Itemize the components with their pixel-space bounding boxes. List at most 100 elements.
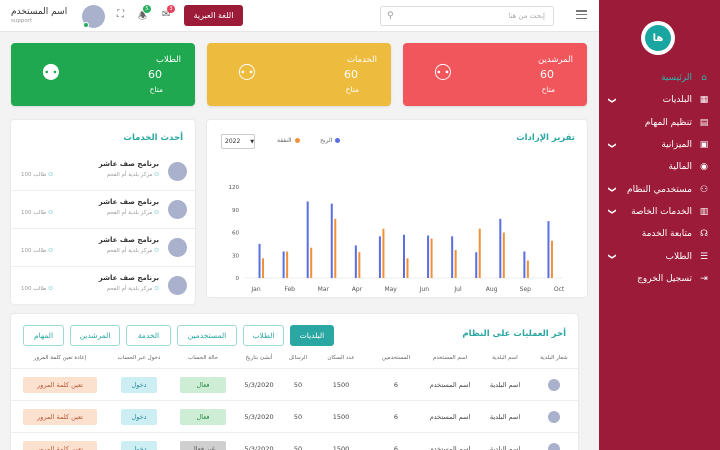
language-button[interactable]: اللغة العبرية bbox=[184, 5, 243, 26]
status-badge[interactable]: غير فعال bbox=[180, 441, 226, 450]
expense-bar[interactable] bbox=[502, 232, 505, 279]
menu-toggle-icon[interactable] bbox=[576, 10, 587, 19]
expense-bar[interactable] bbox=[550, 240, 553, 278]
avatar bbox=[168, 238, 187, 257]
profit-bar[interactable] bbox=[354, 245, 357, 278]
stat-card[interactable]: الطلاب 60 متاح ⚉ bbox=[11, 43, 195, 106]
login-button[interactable]: دخول bbox=[121, 441, 157, 450]
sidebar-item-students[interactable]: ❯ الطلاب ☰ bbox=[599, 245, 720, 267]
status-badge[interactable]: فعال bbox=[180, 377, 226, 393]
profit-bar[interactable] bbox=[547, 221, 550, 278]
stat-card-value: 60 bbox=[344, 68, 358, 81]
latest-services-panel: أحدث الخدمات برنامج صف عاشر مركز بلدية أم… bbox=[11, 120, 195, 305]
stat-card-subtitle: متاح bbox=[149, 85, 163, 94]
stat-card-value: 60 bbox=[148, 68, 162, 81]
expense-bar[interactable] bbox=[310, 247, 313, 278]
users-icon: ⚇ bbox=[154, 286, 159, 292]
profit-bar[interactable] bbox=[258, 243, 261, 278]
table-row: اسم البلدية اسم المستخدم 6 1500 50 5/3/2020 فع… bbox=[11, 400, 578, 431]
sidebar-item-finance[interactable]: المالية ◉ bbox=[599, 156, 720, 178]
cell-date: 5/3/2020 bbox=[244, 413, 274, 421]
expense-bar[interactable] bbox=[286, 251, 289, 278]
profit-bar[interactable] bbox=[378, 236, 381, 278]
y-tick-label: 0 bbox=[236, 276, 240, 282]
profit-bar[interactable] bbox=[306, 201, 309, 278]
profit-bar[interactable] bbox=[403, 234, 405, 278]
sidebar-item-building[interactable]: ❯ البلديات ▦ bbox=[599, 89, 720, 111]
profit-bar[interactable] bbox=[523, 251, 526, 278]
user-name[interactable]: اسم المستخدم bbox=[11, 7, 67, 17]
tab-2[interactable]: المستخدمين bbox=[177, 325, 237, 346]
expense-bar[interactable] bbox=[262, 258, 265, 278]
fullscreen-icon[interactable]: ⛶ bbox=[117, 9, 124, 20]
profit-bar[interactable] bbox=[427, 235, 430, 278]
service-count-label: 100 طالب bbox=[21, 248, 47, 254]
mail-icon[interactable]: ✉ 3 bbox=[162, 5, 175, 20]
reset-password-button[interactable]: تعين كلمة المرور bbox=[23, 441, 97, 450]
expense-bar[interactable] bbox=[454, 249, 457, 278]
revenue-chart: 0 30 60 90 120 Jan Feb Mar Apr May Jun Jul Aug Sep Oct bbox=[229, 185, 565, 293]
users-icon: ⚇ bbox=[48, 210, 54, 216]
avatar[interactable] bbox=[82, 5, 105, 28]
stat-card[interactable]: الخدمات 60 متاح ⚇ bbox=[207, 43, 391, 106]
tab-0[interactable]: البلديات bbox=[290, 325, 334, 346]
expense-bar[interactable] bbox=[430, 238, 433, 278]
sidebar-item-services[interactable]: ❯ الخدمات الخاصة ▥ bbox=[599, 201, 720, 223]
list-item[interactable]: برنامج صف عاشر مركز بلدية أم الفحم ⚇ 100 ط… bbox=[11, 228, 195, 267]
profit-bar[interactable] bbox=[475, 252, 478, 278]
expense-bar[interactable] bbox=[478, 228, 481, 278]
expense-bar[interactable] bbox=[526, 260, 529, 278]
list-item[interactable]: برنامج صف عاشر مركز بلدية أم الفحم ⚇ 100 ط… bbox=[11, 190, 195, 229]
expense-bar[interactable] bbox=[358, 252, 361, 278]
bell-icon[interactable]: 🕭 5 bbox=[138, 5, 151, 26]
expense-bar[interactable] bbox=[334, 218, 337, 278]
chevron-down-icon: ❯ bbox=[607, 97, 617, 104]
users-icon: ⚇ bbox=[154, 172, 159, 178]
students-group-icon: ⚉ bbox=[41, 61, 61, 86]
tab-5[interactable]: المهام bbox=[23, 325, 64, 346]
online-status-icon bbox=[83, 22, 89, 28]
x-tick-label: Jun bbox=[419, 286, 430, 293]
tab-3[interactable]: الخدمة bbox=[126, 325, 171, 346]
revenue-panel: تقرير الإرادات 2022 ▼ الربح النفقة 0 30 60… bbox=[207, 120, 587, 297]
login-button[interactable]: دخول bbox=[121, 409, 157, 425]
profit-bar[interactable] bbox=[282, 251, 285, 278]
sidebar: ها الرئيسية ⌂ ❯ البلديات ▦ تنظيم المهام ▤ ❯ المي… bbox=[599, 0, 720, 450]
sidebar-item-label: تنظيم المهام bbox=[644, 117, 692, 128]
service-center-label: مركز بلدية أم الفحم bbox=[106, 286, 153, 292]
list-item[interactable]: برنامج صف عاشر مركز بلدية أم الفحم ⚇ 100 ط… bbox=[11, 266, 195, 305]
sidebar-item-users[interactable]: ❯ مستخدمي النظام ⚇ bbox=[599, 178, 720, 200]
expense-bar[interactable] bbox=[406, 258, 409, 278]
x-tick-label: Aug bbox=[486, 286, 498, 293]
column-header: إعادة تعين كلمة المرور bbox=[33, 355, 87, 361]
users-icon: ⚇ bbox=[154, 210, 159, 216]
sidebar-item-budget[interactable]: ❯ الميزانية ▣ bbox=[599, 134, 720, 156]
sidebar-item-label: تسجيل الخروج bbox=[637, 273, 692, 284]
profit-bar[interactable] bbox=[499, 218, 502, 278]
reset-password-button[interactable]: تعين كلمة المرور bbox=[23, 409, 97, 425]
stat-card[interactable]: المرشدين 60 متاح ⚇ bbox=[403, 43, 587, 106]
search-input[interactable]: إبحث من هنا ⚲ bbox=[380, 6, 554, 26]
reset-password-button[interactable]: تعين كلمة المرور bbox=[23, 377, 97, 393]
status-badge[interactable]: فعال bbox=[180, 409, 226, 425]
service-center: مركز بلدية أم الفحم ⚇ bbox=[107, 210, 159, 216]
profit-bar[interactable] bbox=[330, 203, 333, 278]
tab-4[interactable]: المرشدين bbox=[70, 325, 120, 346]
tab-1[interactable]: الطلاب bbox=[243, 325, 284, 346]
sidebar-item-home[interactable]: الرئيسية ⌂ bbox=[599, 67, 720, 89]
logo-mark: ها bbox=[645, 25, 671, 51]
logo[interactable]: ها bbox=[641, 21, 675, 55]
expense-bar[interactable] bbox=[382, 228, 385, 278]
list-item[interactable]: برنامج صف عاشر مركز بلدية أم الفحم ⚇ 100 ط… bbox=[11, 152, 195, 191]
sidebar-item-headset[interactable]: متابعة الخدمة ☊ bbox=[599, 223, 720, 245]
sidebar-item-logout[interactable]: تسجيل الخروج ⇥ bbox=[599, 268, 720, 290]
sidebar-item-calendar[interactable]: تنظيم المهام ▤ bbox=[599, 112, 720, 134]
x-tick-label: Sep bbox=[520, 286, 532, 293]
stat-card-subtitle: متاح bbox=[345, 85, 359, 94]
profit-bar[interactable] bbox=[451, 236, 454, 278]
stat-card-title: الخدمات bbox=[346, 55, 377, 65]
login-button[interactable]: دخول bbox=[121, 377, 157, 393]
service-center-label: مركز بلدية أم الفحم bbox=[106, 210, 153, 216]
chevron-down-icon: ❯ bbox=[607, 186, 617, 193]
search-icon: ⚲ bbox=[387, 11, 394, 21]
